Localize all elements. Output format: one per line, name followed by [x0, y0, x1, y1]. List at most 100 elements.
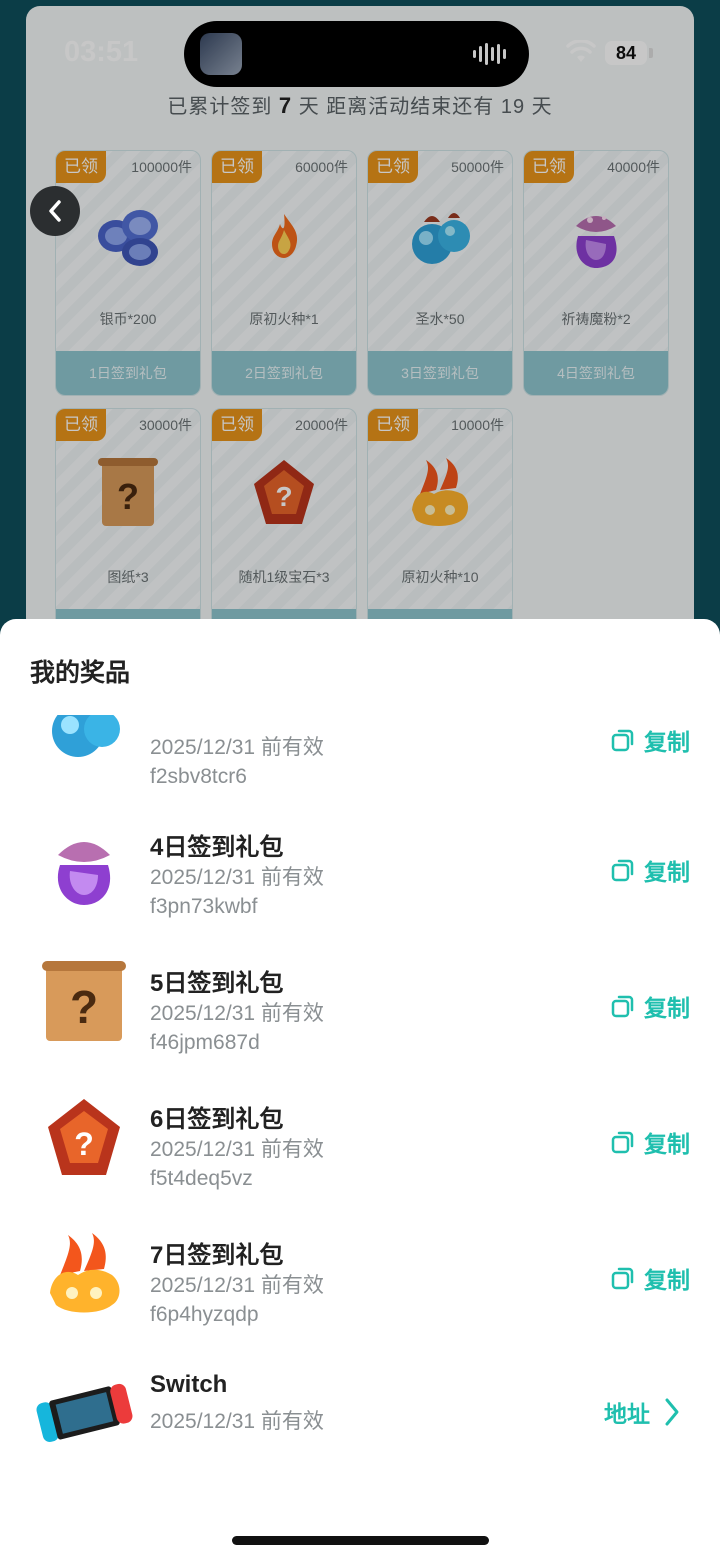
status-time: 03:51 — [64, 36, 139, 68]
back-button[interactable] — [30, 186, 80, 236]
copy-icon — [611, 859, 634, 882]
reward-footer: 3日签到礼包 — [368, 351, 512, 395]
summary-prefix: 已累计签到 — [167, 96, 273, 118]
battery-nub — [649, 48, 653, 58]
prize-row: ? 5日签到礼包 2025/12/31 前有效 f46jpm687d 复制 — [0, 943, 720, 1079]
reward-name: 原初火种*1 — [249, 311, 319, 327]
copy-label: 复制 — [644, 995, 690, 1021]
copy-label: 复制 — [644, 859, 690, 885]
redeem-code: f6p4hyzqdp — [150, 1303, 259, 1326]
svg-text:?: ? — [74, 1126, 94, 1162]
reward-name: 原初火种*10 — [401, 569, 479, 585]
claimed-badge: 已领 — [56, 151, 106, 183]
svg-text:?: ? — [70, 981, 98, 1033]
coin-icon — [98, 210, 158, 266]
stock-count: 10000件 — [451, 417, 504, 433]
flames-icon — [50, 1233, 120, 1313]
stock-count: 40000件 — [607, 159, 660, 175]
prize-row: 2025/12/31 前有效 f2sbv8tcr6 复制 — [0, 715, 720, 813]
copy-label: 复制 — [644, 1131, 690, 1157]
reward-tile-day4[interactable]: 已领 40000件 祈祷魔粉*2 4日签到礼包 — [523, 150, 669, 396]
wifi-icon — [566, 40, 596, 62]
reward-name: 银币*200 — [99, 311, 157, 327]
prize-title: 6日签到礼包 — [150, 1106, 284, 1133]
days-left: 19 — [500, 96, 526, 118]
summary-suffix: 天 — [531, 96, 553, 118]
reward-footer: 1日签到礼包 — [56, 351, 200, 395]
prize-row: 4日签到礼包 2025/12/31 前有效 f3pn73kwbf 复制 — [0, 807, 720, 943]
copy-label: 复制 — [644, 1267, 690, 1293]
prize-title: Switch — [150, 1371, 228, 1398]
redeem-code: f46jpm687d — [150, 1031, 260, 1054]
sheet-title: 我的奖品 — [30, 659, 131, 687]
redeem-code: f2sbv8tcr6 — [150, 765, 247, 788]
prize-row: Switch 2025/12/31 前有效 地址 — [0, 1351, 720, 1487]
claimed-badge: 已领 — [56, 409, 106, 441]
stock-count: 30000件 — [139, 417, 192, 433]
prize-title: 7日签到礼包 — [150, 1242, 284, 1269]
flame-icon — [272, 214, 298, 258]
prize-title: 4日签到礼包 — [150, 834, 284, 861]
copy-button[interactable]: 复制 — [610, 989, 690, 1023]
claimed-badge: 已领 — [368, 409, 418, 441]
potion-icon — [52, 715, 120, 757]
chevron-left-icon — [49, 200, 61, 222]
battery-indicator: 84 — [605, 41, 647, 65]
gem-icon: ? — [48, 1099, 120, 1175]
reward-tile-day1[interactable]: 已领 100000件 银币*200 1日签到礼包 — [55, 150, 201, 396]
address-button[interactable]: 地址 — [604, 1395, 680, 1429]
address-label: 地址 — [604, 1401, 650, 1427]
svg-text:?: ? — [117, 476, 139, 517]
prize-row: ? 6日签到礼包 2025/12/31 前有效 f5t4deq5vz 复制 — [0, 1079, 720, 1215]
copy-icon — [611, 729, 634, 752]
reward-tile-day5[interactable]: 已领 30000件 ? 图纸*3 5日签到礼包 — [55, 408, 201, 654]
stock-count: 50000件 — [451, 159, 504, 175]
copy-button[interactable]: 复制 — [610, 1125, 690, 1159]
reward-tile-day3[interactable]: 已领 50000件 圣水*50 3日签到礼包 — [367, 150, 513, 396]
prize-expiry: 2025/12/31 前有效 — [150, 866, 324, 889]
reward-tile-day7[interactable]: 已领 10000件 原初火种*10 7日签到礼包 — [367, 408, 513, 654]
reward-footer: 4日签到礼包 — [524, 351, 668, 395]
summary-middle: 天 距离活动结束还有 — [298, 96, 495, 118]
copy-button[interactable]: 复制 — [610, 853, 690, 887]
potion-icon — [412, 213, 470, 264]
stock-count: 20000件 — [295, 417, 348, 433]
redeem-code: f3pn73kwbf — [150, 895, 258, 918]
claimed-badge: 已领 — [212, 151, 262, 183]
audio-wave-icon — [473, 43, 506, 65]
claimed-badge: 已领 — [524, 151, 574, 183]
reward-tile-day6[interactable]: 已领 20000件 ? 随机1级宝石*3 6日签到礼包 — [211, 408, 357, 654]
reward-name: 随机1级宝石*3 — [238, 569, 330, 585]
my-prizes-sheet: 我的奖品 2025/12/31 前有效 f2sbv8tcr6 复制 4日签到礼包… — [0, 619, 720, 1561]
prize-expiry: 2025/12/31 前有效 — [150, 1002, 324, 1025]
reward-footer: 2日签到礼包 — [212, 351, 356, 395]
prize-expiry: 2025/12/31 前有效 — [150, 1138, 324, 1161]
stock-count: 60000件 — [295, 159, 348, 175]
pouch-icon — [576, 216, 617, 268]
reward-tile-day2[interactable]: 已领 60000件 原初火种*1 2日签到礼包 — [211, 150, 357, 396]
game-app-icon — [200, 33, 242, 75]
dynamic-island — [184, 21, 529, 87]
prize-row: 7日签到礼包 2025/12/31 前有效 f6p4hyzqdp 复制 — [0, 1215, 720, 1351]
reward-grid: 已领 100000件 银币*200 1日签到礼包 已领 60000件 原初火种*… — [55, 150, 669, 654]
switch-console-icon — [36, 1383, 133, 1442]
copy-button[interactable]: 复制 — [610, 1261, 690, 1295]
claimed-badge: 已领 — [368, 151, 418, 183]
prize-expiry: 2025/12/31 前有效 — [150, 1274, 324, 1297]
home-indicator[interactable] — [232, 1536, 489, 1545]
prize-expiry: 2025/12/31 前有效 — [150, 736, 324, 759]
scroll-icon: ? — [98, 458, 158, 526]
prize-list[interactable]: 2025/12/31 前有效 f2sbv8tcr6 复制 4日签到礼包 2025… — [0, 715, 720, 1515]
copy-button[interactable]: 复制 — [610, 723, 690, 757]
claimed-badge: 已领 — [212, 409, 262, 441]
flames-icon — [412, 458, 468, 526]
svg-text:?: ? — [275, 481, 292, 512]
days-signed: 7 — [278, 93, 293, 118]
pouch-icon — [57, 842, 111, 905]
prize-expiry: 2025/12/31 前有效 — [150, 1410, 324, 1433]
reward-name: 圣水*50 — [415, 311, 465, 327]
reward-name: 图纸*3 — [107, 569, 149, 585]
chevron-right-icon — [665, 1398, 679, 1426]
reward-name: 祈祷魔粉*2 — [561, 311, 631, 327]
sign-in-summary: 已累计签到 7 天 距离活动结束还有 19 天 — [0, 90, 720, 119]
